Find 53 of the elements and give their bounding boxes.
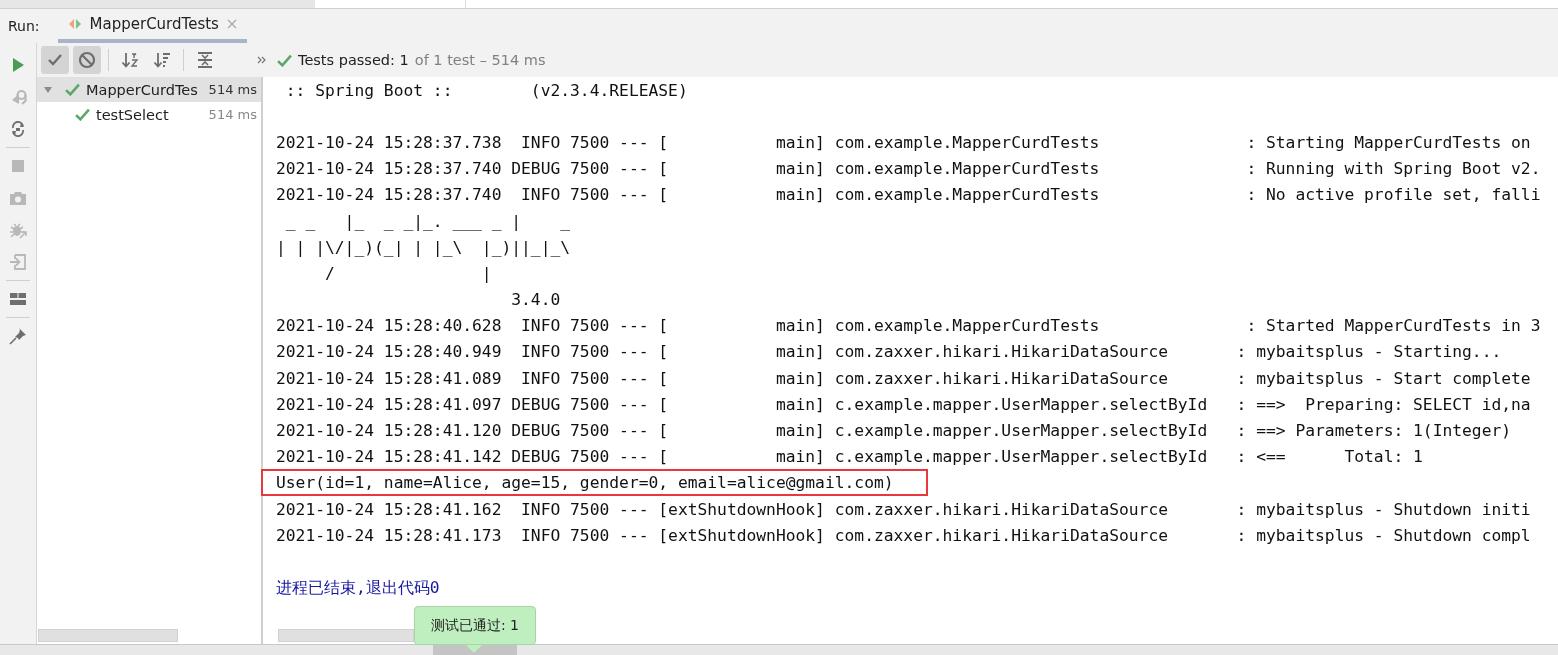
close-icon[interactable] <box>226 19 237 29</box>
log-line: 2021-10-24 15:28:37.738 INFO 7500 --- [ main] com.example.MapperCurdTests : Starting MapperCurdTests on <box>276 132 1531 152</box>
test-config-icon <box>67 18 82 30</box>
test-duration: 514 ms <box>208 82 257 97</box>
pin-icon <box>9 327 27 345</box>
log-line: 2021-10-24 15:28:41.142 DEBUG 7500 --- [ main] c.example.mapper.UserMapper.selectById : <== Total: 1 <box>276 447 1423 467</box>
log-line: / | <box>324 263 492 283</box>
tree-item[interactable]: testSelect 514 ms <box>37 102 261 127</box>
log-line: 2021-10-24 15:28:41.089 INFO 7500 --- [ main] com.zaxxer.hikari.HikariDataSource : mybaitsplus - Start complete <box>276 368 1531 388</box>
log-line: 2021-10-24 15:28:41.097 DEBUG 7500 --- [ main] c.example.mapper.UserMapper.selectById : ==> Preparing: SELECT id,na <box>276 394 1531 414</box>
sort-icon <box>153 51 171 69</box>
test-result-tooltip: 测试已通过: 1 <box>414 606 536 645</box>
log-line: 2021-10-24 15:28:37.740 INFO 7500 --- [ main] com.example.MapperCurdTests : No active profile set, falli <box>276 185 1541 205</box>
log-line: 2021-10-24 15:28:41.162 INFO 7500 --- [extShutdownHook] com.zaxxer.hikari.HikariDataSource : mybaitsplus - Shutdown initi <box>276 499 1531 519</box>
collapse-icon <box>196 51 214 69</box>
log-line: 2021-10-24 15:28:40.628 INFO 7500 --- [ main] com.example.MapperCurdTests : Started MapperCurdTests in 3 <box>276 316 1541 336</box>
stop-icon <box>10 158 26 174</box>
scrollbar[interactable] <box>278 629 414 642</box>
block-icon <box>78 51 96 69</box>
status-text: Tests passed: 1 <box>298 52 409 68</box>
status-detail: of 1 test – 514 ms <box>414 52 546 68</box>
log-line: 2021-10-24 15:28:40.949 INFO 7500 --- [ main] com.zaxxer.hikari.HikariDataSource : mybaitsplus - Starting... <box>276 342 1502 362</box>
log-line: 2021-10-24 15:28:37.740 DEBUG 7500 --- [ main] com.example.MapperCurdTests : Running with Spring Boot v2. <box>276 159 1541 179</box>
test-duration: 514 ms <box>208 107 257 122</box>
tooltip-pointer <box>466 645 482 653</box>
more-icon[interactable] <box>257 56 267 64</box>
scrollbar[interactable] <box>38 629 178 642</box>
test-name: testSelect <box>96 106 170 123</box>
import-icon <box>9 253 27 271</box>
refresh-icon <box>9 120 27 138</box>
run-label: Run: <box>8 18 40 34</box>
camera-icon <box>9 190 27 206</box>
log-line: 3.4.0 <box>510 290 561 310</box>
check-icon <box>75 108 90 121</box>
log-line: _ _ |_ _ _|_. ___ _ | _ <box>284 211 571 231</box>
log-line: 2021-10-24 15:28:41.173 INFO 7500 --- [extShutdownHook] com.zaxxer.hikari.HikariDataSource : mybaitsplus - Shutdown compl <box>276 525 1531 545</box>
layout-icon <box>9 291 27 307</box>
run-tab[interactable]: MapperCurdTests <box>57 9 247 43</box>
play-icon <box>10 57 26 73</box>
expand-arrow-icon[interactable] <box>43 84 53 95</box>
log-line: | | |\/|_)(_| | |_\ |_)||_|_\ <box>276 237 571 257</box>
check-icon <box>47 53 63 67</box>
test-name: MapperCurdTes <box>86 81 199 98</box>
tree-item[interactable]: MapperCurdTes 514 ms <box>37 77 261 102</box>
show-passed-button[interactable] <box>41 46 69 74</box>
log-line: :: Spring Boot :: (v2.3.4.RELEASE) <box>284 80 688 100</box>
bug-icon <box>9 221 27 239</box>
show-ignored-button[interactable] <box>73 46 101 74</box>
exit-message: 进程已结束,退出代码0 <box>276 576 440 599</box>
check-icon <box>65 83 80 96</box>
sort-alpha-icon <box>121 51 139 69</box>
check-icon <box>277 53 292 67</box>
log-line: 2021-10-24 15:28:41.120 DEBUG 7500 --- [ main] c.example.mapper.UserMapper.selectById : ==> Parameters: 1(Integer) <box>276 421 1512 441</box>
